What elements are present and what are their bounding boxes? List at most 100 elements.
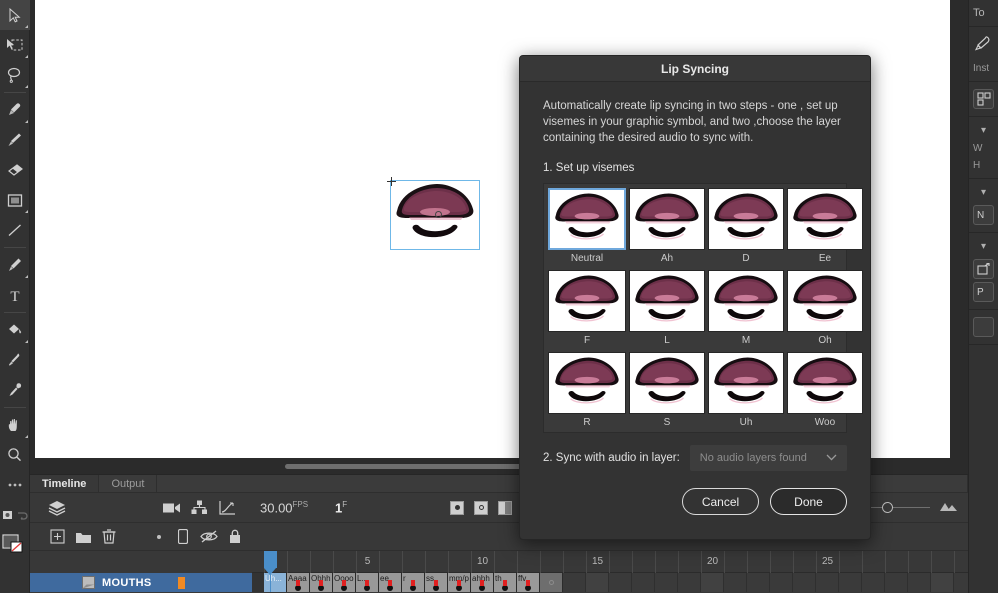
hand-tool[interactable] [0,410,30,440]
bottom-section[interactable] [969,310,998,345]
camera-toggle-icon[interactable] [158,497,184,519]
new-layer-button[interactable] [44,526,70,548]
frames-area[interactable]: 5 10 15 20 25 Uh... Aaaa Ohhh Oooo L... ee r ss mm/p… [252,551,968,592]
easing-graph-icon[interactable] [214,497,240,519]
timeline-frame-empty[interactable] [770,573,793,592]
paint-brush-tool[interactable] [0,95,30,125]
lasso-tool[interactable] [0,60,30,90]
timeline-frame-empty[interactable] [793,573,816,592]
swap-section[interactable] [969,82,998,117]
layer-depth-icon[interactable] [44,497,70,519]
extra-panel-button[interactable] [973,317,994,337]
pen-tool[interactable] [0,250,30,280]
viseme-cell-oh[interactable]: Oh [787,270,863,350]
timeline-frame-empty[interactable] [563,573,586,592]
playhead[interactable] [264,551,277,592]
dialog-buttons[interactable]: Cancel Done [520,488,870,515]
timeline-frame-empty[interactable] [885,573,908,592]
lock-layers-icon[interactable] [222,526,248,548]
timeline-frame-empty[interactable] [655,573,678,592]
timeline-frame-empty[interactable] [839,573,862,592]
viseme-thumbnail[interactable] [548,270,626,332]
timeline-frame-empty[interactable] [724,573,747,592]
onion-skin-button[interactable] [450,500,464,515]
zoom-tool[interactable] [0,440,30,470]
viseme-thumbnail[interactable] [708,270,784,332]
viseme-cell-woo[interactable]: Woo [787,352,863,432]
timeline-frame-empty[interactable] [632,573,655,592]
timeline-frame-empty[interactable] [586,573,609,592]
viseme-thumbnail[interactable] [629,188,705,250]
viseme-thumbnail[interactable] [548,188,626,250]
frames-row[interactable]: Uh... Aaaa Ohhh Oooo L... ee r ss mm/p ahhh th ffv [252,573,968,592]
timeline-frame[interactable]: mm/p [448,573,471,592]
selected-mouth-symbol[interactable] [387,177,480,250]
properties-panel[interactable]: To Inst ▾ W H ▾ N ▾ P [968,0,998,593]
hide-layers-icon[interactable] [196,526,222,548]
viseme-thumbnail[interactable] [787,270,863,332]
canvas-scrollbar-thumb[interactable] [285,464,525,469]
viseme-thumbnail[interactable] [629,270,705,332]
layer-parenting-icon[interactable] [186,497,212,519]
viseme-thumbnail[interactable] [548,352,626,414]
fps-field[interactable]: 30.00FPS [260,500,308,515]
timeline-frame-empty[interactable] [701,573,724,592]
viseme-cell-ah[interactable]: Ah [629,188,705,268]
more-tools[interactable] [0,470,30,500]
publish-settings-button[interactable]: P [973,282,994,302]
resize-frames-icon[interactable] [938,501,958,515]
selection-tool[interactable] [0,0,30,30]
fill-stroke-swatches[interactable] [0,530,30,560]
timeline-frame[interactable]: Ohhh [310,573,333,592]
current-frame-field[interactable]: 1F [335,500,347,515]
publish-section[interactable]: ▾ P [969,233,998,310]
timeline-frame-empty[interactable] [862,573,885,592]
timeline-frame[interactable]: Oooo [333,573,356,592]
timeline-body[interactable]: MOUTHS 5 10 15 20 25 Uh... Aaaa Ohhh Oooo L... ee… [30,551,968,592]
chevron-down-icon[interactable]: ▾ [969,237,998,256]
export-button[interactable] [973,259,994,279]
layers-list[interactable]: MOUTHS [30,551,252,592]
line-tool[interactable] [0,215,30,245]
chevron-down-icon[interactable]: ▾ [969,121,998,140]
eraser-tool[interactable] [0,155,30,185]
timeline-frame[interactable]: th [494,573,517,592]
timeline-frame-empty[interactable] [816,573,839,592]
paint-bucket-tool[interactable] [0,315,30,345]
swap-symbol-button[interactable] [973,89,994,109]
timeline-frame-empty[interactable] [954,573,968,592]
viseme-cell-d[interactable]: D [708,188,784,268]
text-tool[interactable]: T [0,280,30,310]
layer-outline-color[interactable] [178,576,185,589]
onion-skin-controls[interactable] [450,500,512,515]
camera-layer-icon[interactable] [170,526,196,548]
timeline-frame-empty[interactable] [931,573,954,592]
viseme-cell-ee[interactable]: Ee [787,188,863,268]
lip-syncing-dialog[interactable]: Lip Syncing Automatically create lip syn… [519,55,871,540]
zoom-slider-handle[interactable] [882,502,893,513]
timeline-frame[interactable]: ahhh [471,573,494,592]
timeline-zoom-controls[interactable] [860,501,958,515]
timeline-frame[interactable]: r [402,573,425,592]
rectangle-tool[interactable] [0,185,30,215]
done-button[interactable]: Done [770,488,847,515]
free-transform-tool[interactable] [0,30,30,60]
viseme-thumbnail[interactable] [787,188,863,250]
camera-tool[interactable] [0,500,30,530]
timeline-frame-empty[interactable] [908,573,931,592]
timeline-frame[interactable] [540,573,563,592]
viseme-thumbnail[interactable] [708,188,784,250]
viseme-cell-l[interactable]: L [629,270,705,350]
tab-output[interactable]: Output [99,475,158,492]
timeline-frame-empty[interactable] [609,573,632,592]
bone-tool[interactable] [0,375,30,405]
brush-tool[interactable] [0,125,30,155]
timeline-frame-empty[interactable] [678,573,701,592]
timeline-frame[interactable]: ee [379,573,402,592]
cancel-button[interactable]: Cancel [682,488,759,515]
timeline-frame-empty[interactable] [747,573,770,592]
loop-mode-select[interactable]: N [973,205,994,225]
chevron-down-icon[interactable]: ▾ [969,183,998,202]
viseme-cell-f[interactable]: F [548,270,626,350]
timeline-frame[interactable]: Aaaa [287,573,310,592]
